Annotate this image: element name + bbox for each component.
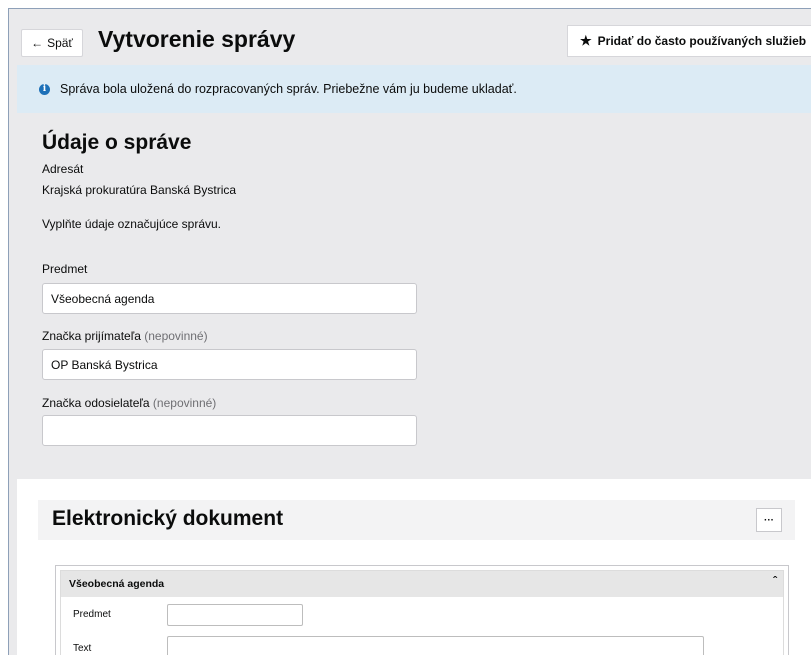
instruction-text: Vyplňte údaje označujúce správu. [42, 217, 222, 231]
add-to-favorites-button[interactable]: ★ Pridať do často používaných služieb [567, 25, 811, 57]
sender-reference-label: Značka odosielateľa (nepovinné) [42, 396, 216, 410]
form-text-input[interactable] [167, 636, 704, 655]
recipient-label: Adresát [42, 162, 84, 176]
form-header: Všeobecná agenda ˆ [61, 571, 783, 597]
more-options-button[interactable]: ··· [756, 508, 782, 532]
back-button-label: Späť [47, 36, 73, 50]
form-text-label: Text [73, 643, 92, 654]
info-icon: i [39, 83, 50, 95]
sender-reference-input[interactable] [42, 415, 417, 446]
star-icon: ★ [580, 33, 592, 48]
form-title: Všeobecná agenda [69, 578, 165, 590]
recipient-reference-input[interactable]: OP Banská Bystrica [42, 349, 417, 380]
document-title: Elektronický dokument [52, 507, 284, 530]
subject-label: Predmet [42, 262, 88, 276]
info-banner: i Správa bola uložená do rozpracovaných … [17, 65, 811, 113]
info-message: Správa bola uložená do rozpracovaných sp… [60, 82, 517, 96]
arrow-left-icon: ← [31, 36, 44, 50]
recipient-reference-value: OP Banská Bystrica [51, 357, 158, 372]
optional-tag: (nepovinné) [152, 396, 217, 410]
document-header: Elektronický dokument ··· [38, 500, 795, 540]
back-button[interactable]: ← Späť [21, 29, 83, 57]
electronic-document-section: Elektronický dokument ··· Všeobecná agen… [17, 479, 811, 655]
add-to-favorites-label: Pridať do často používaných služieb [597, 34, 807, 48]
message-details-title: Údaje o správe [42, 131, 192, 154]
recipient-reference-label: Značka prijímateľa (nepovinné) [42, 329, 208, 343]
document-form: Všeobecná agenda ˆ Predmet Text [60, 570, 784, 655]
chevron-up-icon[interactable]: ˆ [773, 574, 777, 588]
form-subject-input[interactable] [167, 604, 303, 626]
form-subject-label: Predmet [73, 609, 111, 620]
subject-input[interactable]: Všeobecná agenda [42, 283, 417, 314]
sender-reference-label-text: Značka odosielateľa [42, 396, 150, 410]
page-frame: ← Späť Vytvorenie správy ★ Pridať do čas… [8, 8, 811, 655]
recipient-value: Krajská prokuratúra Banská Bystrica [42, 183, 237, 197]
page-title: Vytvorenie správy [98, 26, 296, 52]
subject-input-value: Všeobecná agenda [51, 291, 155, 306]
recipient-reference-label-text: Značka prijímateľa [42, 329, 141, 343]
optional-tag: (nepovinné) [144, 329, 208, 343]
document-form-box: Všeobecná agenda ˆ Predmet Text [55, 565, 789, 655]
